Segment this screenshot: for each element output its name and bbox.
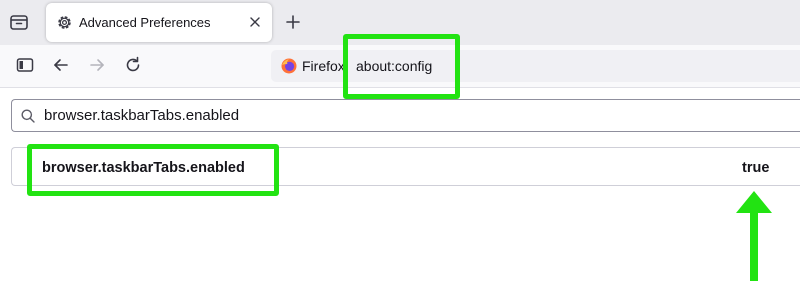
search-icon	[21, 109, 35, 123]
back-arrow-icon[interactable]	[51, 55, 71, 75]
green-arrow-icon	[736, 191, 772, 281]
preference-value[interactable]: true	[742, 159, 769, 177]
firefox-logo-icon	[281, 58, 297, 74]
forward-arrow-icon[interactable]	[87, 55, 107, 75]
tab-list-icon[interactable]	[8, 11, 30, 33]
tab-title: Advanced Preferences	[79, 15, 211, 30]
identity-label: Firefox	[302, 58, 345, 74]
tab-advanced-preferences[interactable]: Advanced Preferences	[46, 3, 272, 42]
url-highlight-box	[343, 34, 460, 99]
gear-icon	[58, 16, 71, 29]
search-value[interactable]: browser.taskbarTabs.enabled	[44, 107, 239, 125]
close-icon[interactable]	[248, 15, 262, 29]
sidebar-icon[interactable]	[15, 55, 35, 75]
plus-icon[interactable]	[283, 12, 303, 32]
preference-highlight-box	[27, 144, 279, 196]
search-input[interactable]: browser.taskbarTabs.enabled	[11, 99, 800, 132]
reload-icon[interactable]	[123, 55, 143, 75]
